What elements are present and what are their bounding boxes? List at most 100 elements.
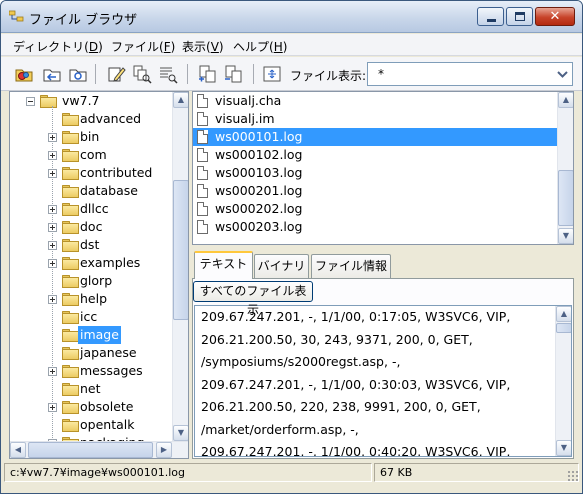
file-list-item[interactable]: visualj.cha — [193, 92, 557, 110]
tree-item-dllcc[interactable]: dllcc — [10, 200, 176, 218]
tree-item-label: vw7.7 — [62, 93, 100, 108]
scroll-down-arrow[interactable]: ▼ — [558, 228, 573, 244]
chevron-down-icon[interactable] — [554, 64, 571, 84]
file-list-item[interactable]: ws000202.log — [193, 200, 557, 218]
tree-item-contributed[interactable]: contributed — [10, 164, 176, 182]
text-view-scrollbar[interactable]: ▲ ▼ — [555, 306, 571, 456]
document-icon — [197, 112, 208, 126]
minimize-button[interactable] — [477, 7, 504, 26]
tree-item-icc[interactable]: icc — [10, 308, 176, 326]
toolbar-separator — [95, 64, 96, 84]
menu-file[interactable]: ファイル(F) — [111, 38, 175, 55]
scroll-right-arrow[interactable]: ▶ — [156, 442, 172, 458]
window-title: ファイル ブラウザ — [29, 13, 138, 28]
search-files-icon[interactable] — [131, 64, 153, 84]
tree-horizontal-scrollbar[interactable]: ◀ ▶ — [10, 441, 188, 458]
fit-icon[interactable] — [261, 64, 283, 84]
folder-refresh-icon[interactable] — [67, 64, 89, 84]
tree-item-label: opentalk — [80, 417, 135, 432]
file-list-item[interactable]: ws000201.log — [193, 182, 557, 200]
expand-icon[interactable] — [48, 241, 57, 250]
maximize-button[interactable] — [506, 7, 533, 26]
folder-icon — [62, 113, 79, 126]
tree-item-opentalk[interactable]: opentalk — [10, 416, 176, 434]
paste-icon[interactable] — [223, 64, 245, 84]
file-list-item[interactable]: ws000203.log — [193, 218, 557, 236]
tree-item-japanese[interactable]: japanese — [10, 344, 176, 362]
file-filter-value[interactable]: * — [378, 67, 384, 81]
expand-icon[interactable] — [48, 367, 57, 376]
title-bar[interactable]: ファイル ブラウザ ✕ — [1, 1, 582, 33]
tab-file-info[interactable]: ファイル情報 — [311, 254, 391, 278]
tree-item-label: bin — [80, 129, 100, 144]
tree-item-doc[interactable]: doc — [10, 218, 176, 236]
menu-view[interactable]: 表示(V) — [182, 38, 224, 55]
tree-item-label: obsolete — [80, 399, 134, 414]
menu-help[interactable]: ヘルプ(H) — [233, 38, 287, 55]
scroll-up-arrow[interactable]: ▲ — [173, 92, 188, 108]
document-icon — [197, 184, 208, 198]
collapse-icon[interactable] — [26, 97, 35, 106]
file-name: ws000203.log — [215, 219, 303, 234]
expand-icon[interactable] — [48, 259, 57, 268]
file-name: visualj.cha — [215, 93, 282, 108]
folder-back-icon[interactable] — [41, 64, 63, 84]
file-list-item[interactable]: visualj.im — [193, 110, 557, 128]
file-list[interactable]: visualj.cha visualj.im ws000101.log ws00010… — [192, 91, 574, 245]
text-line: /market/orderform.asp, -, — [201, 421, 359, 437]
tree-item-label: advanced — [80, 111, 142, 126]
file-name: ws000103.log — [215, 165, 303, 180]
file-list-item[interactable]: ws000103.log — [193, 164, 557, 182]
close-button[interactable]: ✕ — [535, 7, 575, 26]
scroll-down-arrow[interactable]: ▼ — [173, 425, 188, 441]
tree-item-examples[interactable]: examples — [10, 254, 176, 272]
file-text-view[interactable]: 209.67.247.201, -, 1/1/00, 0:17:05, W3SV… — [194, 305, 572, 457]
tree-item-net[interactable]: net — [10, 380, 176, 398]
scroll-thumb[interactable] — [28, 442, 153, 458]
tree-item-label: help — [80, 291, 108, 306]
tree-item-label: image — [78, 326, 121, 344]
tree-item-image[interactable]: image — [10, 326, 176, 344]
tree-vertical-scrollbar[interactable]: ▲ ▼ — [172, 92, 188, 441]
open-folder-icon[interactable] — [13, 64, 35, 84]
scroll-up-arrow[interactable]: ▲ — [558, 92, 573, 108]
tree-item-glorp[interactable]: glorp — [10, 272, 176, 290]
expand-icon[interactable] — [48, 295, 57, 304]
scroll-up-arrow[interactable]: ▲ — [556, 306, 571, 322]
folder-icon — [62, 131, 79, 144]
tree-item-root[interactable]: vw7.7 — [10, 92, 176, 110]
expand-icon[interactable] — [48, 151, 57, 160]
copy-icon[interactable] — [197, 64, 219, 84]
resize-grip[interactable] — [567, 470, 579, 482]
expand-icon[interactable] — [48, 403, 57, 412]
scroll-down-arrow[interactable]: ▼ — [556, 440, 571, 456]
scroll-thumb[interactable] — [558, 170, 573, 226]
scroll-thumb[interactable] — [556, 323, 571, 333]
expand-icon[interactable] — [48, 169, 57, 178]
edit-icon[interactable] — [105, 64, 127, 84]
scroll-thumb[interactable] — [173, 180, 188, 320]
scroll-left-arrow[interactable]: ◀ — [10, 442, 26, 458]
tree-item-bin[interactable]: bin — [10, 128, 176, 146]
tree-item-com[interactable]: com — [10, 146, 176, 164]
file-list-item[interactable]: ws000101.log — [193, 128, 557, 146]
tree-item-dst[interactable]: dst — [10, 236, 176, 254]
expand-icon[interactable] — [48, 223, 57, 232]
show-all-files-button[interactable]: すべてのファイル表示 — [193, 281, 313, 317]
tree-item-obsolete[interactable]: obsolete — [10, 398, 176, 416]
expand-icon[interactable] — [48, 133, 57, 142]
directory-tree[interactable]: vw7.7 advanced bin com contributed database dl… — [9, 91, 189, 459]
tree-item-database[interactable]: database — [10, 182, 176, 200]
search-text-icon[interactable] — [157, 64, 179, 84]
expand-icon[interactable] — [48, 205, 57, 214]
filter-label: ファイル表示: — [290, 69, 367, 83]
file-filter-combo[interactable]: * — [367, 62, 573, 86]
tab-binary[interactable]: バイナリ — [254, 254, 309, 278]
file-list-item[interactable]: ws000102.log — [193, 146, 557, 164]
tree-item-advanced[interactable]: advanced — [10, 110, 176, 128]
file-list-scrollbar[interactable]: ▲ ▼ — [557, 92, 573, 244]
tree-item-messages[interactable]: messages — [10, 362, 176, 380]
tab-text[interactable]: テキスト — [194, 251, 253, 279]
tree-item-help[interactable]: help — [10, 290, 176, 308]
menu-directory[interactable]: ディレクトリ(D) — [13, 38, 103, 55]
